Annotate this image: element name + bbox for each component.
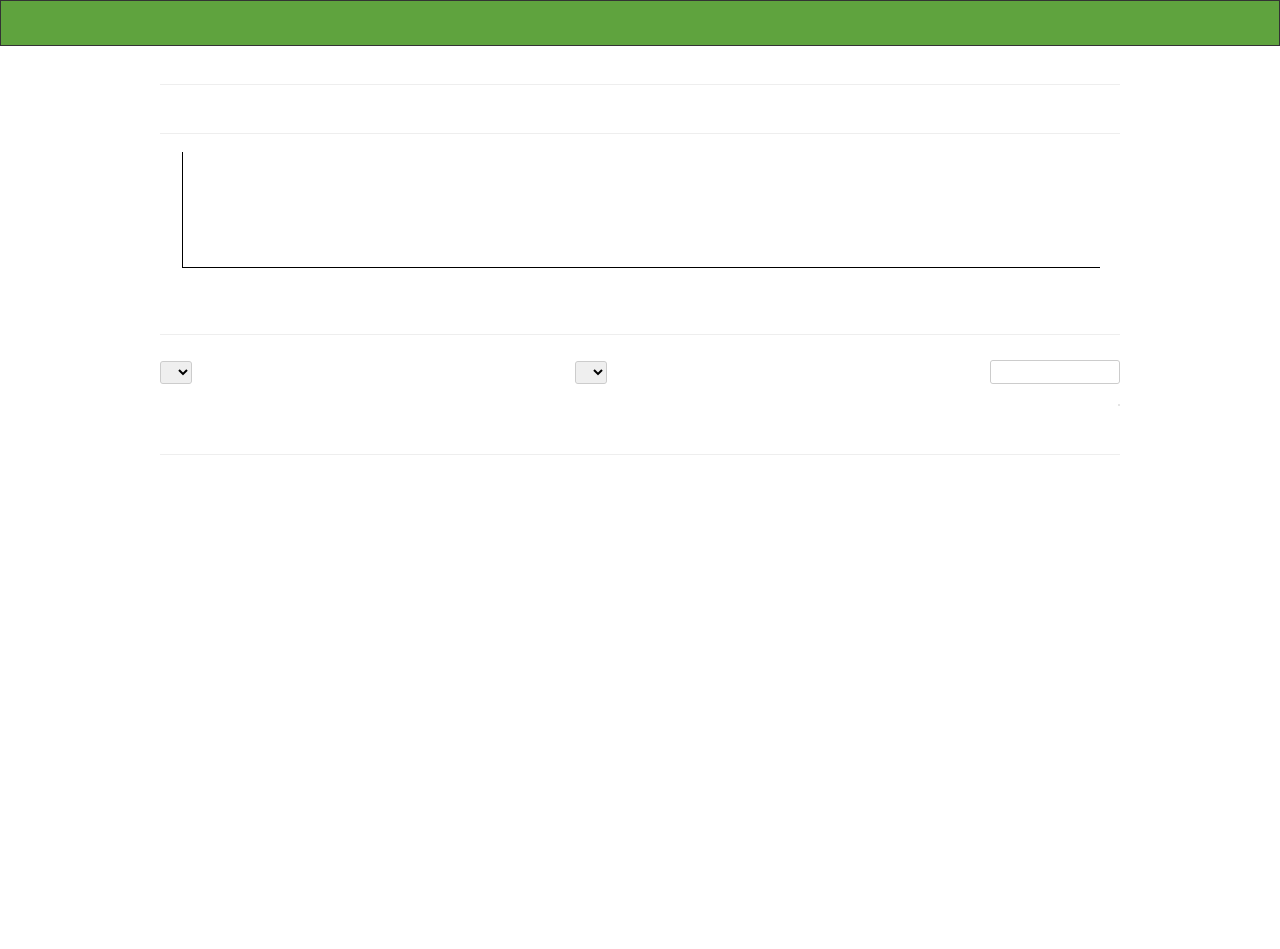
usage-histogram: [160, 152, 1120, 292]
state-filter-select[interactable]: [160, 361, 192, 384]
entering-maintenance-heading: [160, 446, 1120, 455]
in-operation-heading: [160, 326, 1120, 335]
page-size-select[interactable]: [575, 361, 607, 384]
page-title: [160, 76, 1120, 85]
top-navbar: [0, 0, 1280, 46]
histogram-heading: [160, 125, 1120, 134]
search-input[interactable]: [990, 360, 1120, 384]
pagination: [1118, 404, 1120, 406]
datatable-controls: [160, 360, 1120, 384]
page-size-label: [575, 361, 607, 384]
search-label: [990, 360, 1120, 384]
datatable-footer: [160, 404, 1120, 406]
state-filter-label: [160, 361, 192, 384]
brand-label[interactable]: [161, 1, 191, 45]
